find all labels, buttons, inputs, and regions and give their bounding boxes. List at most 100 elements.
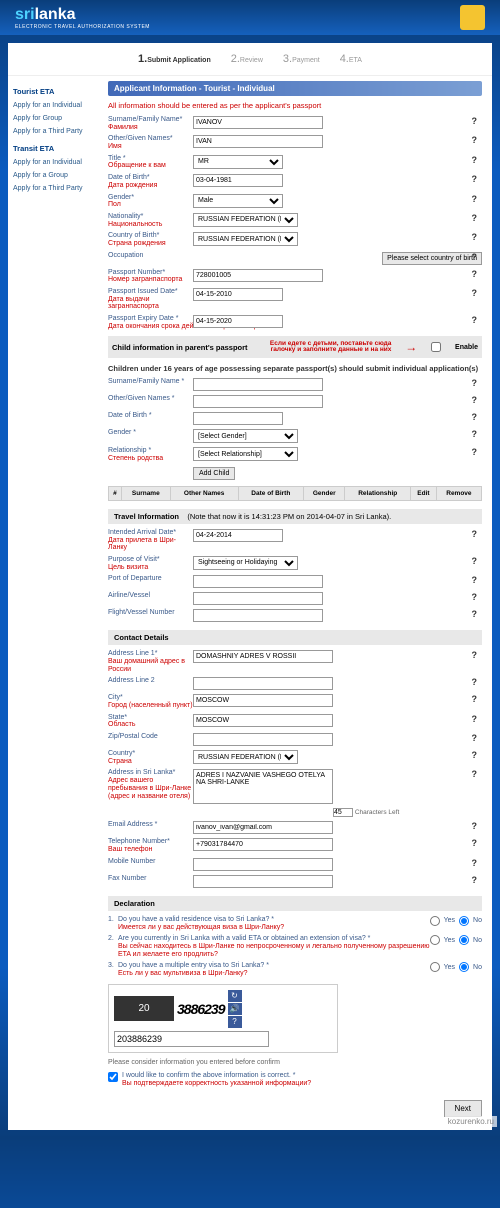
help-icon[interactable]: ?: [472, 135, 478, 145]
help-icon[interactable]: ?: [472, 529, 478, 539]
iad-input[interactable]: [193, 529, 283, 542]
sidebar-link-tthird[interactable]: Apply for a Third Party: [13, 182, 103, 195]
cob-select[interactable]: RUSSIAN FEDERATION (Р: [193, 232, 298, 246]
logo-sri: sri: [15, 6, 35, 23]
add-child-button[interactable]: Add Child: [193, 467, 235, 480]
title-select[interactable]: MR: [193, 155, 283, 169]
sidebar-link-tindividual[interactable]: Apply for an Individual: [13, 156, 103, 169]
help-icon[interactable]: ?: [472, 677, 478, 687]
nationality-select[interactable]: RUSSIAN FEDERATION (Р: [193, 213, 298, 227]
al1-input[interactable]: [193, 650, 333, 663]
help-icon[interactable]: ?: [228, 1016, 242, 1028]
pod-input[interactable]: [193, 575, 323, 588]
pov-select[interactable]: Sightseeing or Holidaying: [193, 556, 298, 570]
state-input[interactable]: [193, 714, 333, 727]
help-icon[interactable]: ?: [472, 194, 478, 204]
decl2-yes[interactable]: [430, 935, 440, 945]
air-input[interactable]: [193, 592, 323, 605]
asl-textarea[interactable]: [193, 769, 333, 804]
step-4[interactable]: 4.ETA: [340, 53, 362, 65]
fax-input[interactable]: [193, 875, 333, 888]
child-head-text: Child information in parent's passport: [112, 343, 248, 352]
help-icon[interactable]: ?: [472, 174, 478, 184]
lbl-cgiven: Other/Given Names *: [108, 395, 193, 403]
city-input[interactable]: [193, 694, 333, 707]
decl1-yes[interactable]: [430, 916, 440, 926]
help-icon[interactable]: ?: [472, 288, 478, 298]
help-icon[interactable]: ?: [472, 733, 478, 743]
help-icon[interactable]: ?: [472, 609, 478, 619]
confirm-text: I would like to confirm the above inform…: [122, 1072, 311, 1089]
help-icon[interactable]: ?: [472, 838, 478, 848]
sidebar-link-individual[interactable]: Apply for an Individual: [13, 99, 103, 112]
help-icon[interactable]: ?: [472, 395, 478, 405]
th-other: Other Names: [170, 486, 238, 500]
al2-input[interactable]: [193, 677, 333, 690]
step-3[interactable]: 3.Payment: [283, 53, 320, 65]
help-icon[interactable]: ?: [472, 232, 478, 242]
help-icon[interactable]: ?: [472, 378, 478, 388]
captcha-input[interactable]: [114, 1031, 269, 1047]
decl3-no[interactable]: [459, 962, 469, 972]
lbl-occ: Occupation: [108, 252, 193, 260]
help-icon[interactable]: ?: [472, 252, 478, 262]
decl1-no[interactable]: [459, 916, 469, 926]
given-input[interactable]: [193, 135, 323, 148]
help-icon[interactable]: ?: [472, 447, 478, 457]
sidebar-head-tourist: Tourist ETA: [13, 87, 103, 96]
cgender-select[interactable]: [Select Gender]: [193, 429, 298, 443]
th-num: #: [109, 486, 122, 500]
help-icon[interactable]: ?: [472, 213, 478, 223]
tel-input[interactable]: [193, 838, 333, 851]
country-select[interactable]: RUSSIAN FEDERATION (Р: [193, 750, 298, 764]
refresh-icon[interactable]: ↻: [228, 990, 242, 1002]
instruction: All information should be entered as per…: [108, 101, 482, 110]
help-icon[interactable]: ?: [472, 575, 478, 585]
help-icon[interactable]: ?: [472, 769, 478, 779]
help-icon[interactable]: ?: [472, 821, 478, 831]
next-button[interactable]: Next: [444, 1100, 482, 1117]
help-icon[interactable]: ?: [472, 315, 478, 325]
sidebar-link-group[interactable]: Apply for Group: [13, 112, 103, 125]
audio-icon[interactable]: 🔊: [228, 1003, 242, 1015]
dob-input[interactable]: [193, 174, 283, 187]
help-icon[interactable]: ?: [472, 412, 478, 422]
help-icon[interactable]: ?: [472, 694, 478, 704]
help-icon[interactable]: ?: [472, 592, 478, 602]
help-icon[interactable]: ?: [472, 116, 478, 126]
help-icon[interactable]: ?: [472, 556, 478, 566]
ped-input[interactable]: [193, 315, 283, 328]
help-icon[interactable]: ?: [472, 650, 478, 660]
enable-checkbox[interactable]: [431, 342, 441, 352]
confirm-checkbox[interactable]: [108, 1072, 118, 1082]
decl2-no[interactable]: [459, 935, 469, 945]
zip-input[interactable]: [193, 733, 333, 746]
sidebar-link-tgroup[interactable]: Apply for a Group: [13, 169, 103, 182]
help-icon[interactable]: ?: [472, 155, 478, 165]
help-icon[interactable]: ?: [472, 714, 478, 724]
help-icon[interactable]: ?: [472, 269, 478, 279]
cgiven-input[interactable]: [193, 395, 323, 408]
crel-select[interactable]: [Select Relationship]: [193, 447, 298, 461]
gender-select[interactable]: Male: [193, 194, 283, 208]
mob-input[interactable]: [193, 858, 333, 871]
cdob-input[interactable]: [193, 412, 283, 425]
surname-input[interactable]: [193, 116, 323, 129]
csurname-input[interactable]: [193, 378, 323, 391]
help-icon[interactable]: ?: [472, 875, 478, 885]
email-input[interactable]: [193, 821, 333, 834]
decl3-yes[interactable]: [430, 962, 440, 972]
step-2[interactable]: 2.Review: [231, 53, 263, 65]
lbl-asl: Address in Sri Lanka*Адрес вашего пребыв…: [108, 769, 193, 800]
step-1[interactable]: 1.Submit Application: [138, 53, 211, 65]
pid-input[interactable]: [193, 288, 283, 301]
child-hint: Children under 16 years of age possessin…: [108, 364, 482, 373]
help-icon[interactable]: ?: [472, 858, 478, 868]
fvn-input[interactable]: [193, 609, 323, 622]
passport-input[interactable]: [193, 269, 323, 282]
help-icon[interactable]: ?: [472, 750, 478, 760]
sidebar-link-third[interactable]: Apply for a Third Party: [13, 125, 103, 138]
select-cob-button[interactable]: Please select country of birth: [382, 252, 482, 265]
lbl-surname: Surname/Family Name*Фамилия: [108, 116, 193, 131]
help-icon[interactable]: ?: [472, 429, 478, 439]
